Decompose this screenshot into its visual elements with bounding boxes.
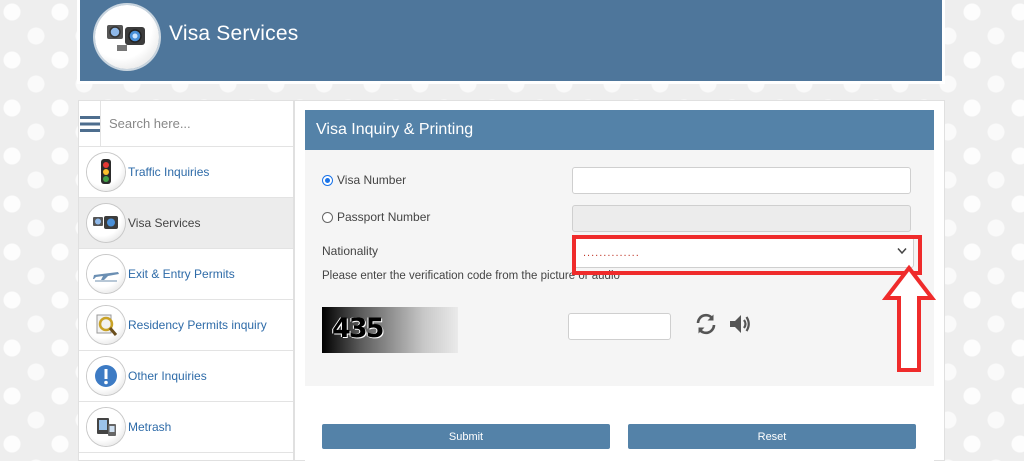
metrash-icon: [87, 408, 125, 446]
header-bar: Visa Services: [80, 0, 942, 81]
inquiry-form: Visa Number Passport Number Nationality …: [305, 150, 934, 386]
traffic-light-icon: [87, 153, 125, 191]
sidebar-item-residency-permits[interactable]: Residency Permits inquiry: [79, 300, 293, 351]
submit-button[interactable]: Submit: [322, 424, 610, 449]
nationality-selected-value: ..............: [583, 246, 640, 259]
passport-number-label: Passport Number: [337, 210, 431, 224]
hamburger-menu-button[interactable]: [79, 101, 101, 147]
sidebar-item-traffic-inquiries[interactable]: Traffic Inquiries: [79, 147, 293, 198]
captcha-text: 435: [332, 313, 384, 344]
sidebar-item-other-inquiries[interactable]: Other Inquiries: [79, 351, 293, 402]
page-title: Visa Services: [169, 22, 299, 45]
passport-number-radio-option[interactable]: Passport Number: [322, 210, 430, 224]
hamburger-icon: [79, 116, 100, 132]
sidebar-item-label: Metrash: [128, 420, 172, 434]
passport-number-radio[interactable]: [322, 211, 333, 223]
verification-instructions: Please enter the verification code from …: [322, 270, 620, 282]
chevron-down-icon: [897, 248, 907, 255]
refresh-captcha-button[interactable]: [694, 312, 718, 341]
visa-services-icon: [87, 204, 125, 242]
visa-inquiry-panel: Visa Inquiry & Printing Visa Number Pass…: [294, 100, 945, 461]
sidebar-item-label: Residency Permits inquiry: [128, 318, 267, 332]
magnifier-icon: [87, 306, 125, 344]
visa-number-input[interactable]: [572, 167, 911, 194]
passport-number-input[interactable]: [572, 205, 911, 232]
visa-number-label: Visa Number: [337, 173, 407, 187]
sidebar-item-label: Visa Services: [128, 216, 201, 230]
sidebar-item-exit-entry-permits[interactable]: Exit & Entry Permits: [79, 249, 293, 300]
audio-captcha-button[interactable]: [728, 312, 752, 341]
captcha-image: 435: [322, 307, 458, 353]
speaker-icon: [730, 315, 750, 333]
form-actions: Submit Reset: [305, 386, 934, 461]
exclamation-icon: [87, 357, 125, 395]
sidebar-item-label: Exit & Entry Permits: [128, 267, 235, 281]
captcha-input[interactable]: [568, 313, 671, 340]
nationality-select[interactable]: ..............: [572, 237, 914, 268]
sidebar-search-bar: [79, 101, 293, 147]
sidebar-item-metrash[interactable]: Metrash: [79, 402, 293, 453]
visa-services-logo-icon: [95, 5, 159, 69]
visa-number-radio-option[interactable]: Visa Number: [322, 173, 406, 187]
panel-title: Visa Inquiry & Printing: [305, 110, 934, 150]
visa-number-radio[interactable]: [322, 174, 333, 186]
site-header: Visa Services: [77, 0, 945, 84]
sidebar-item-visa-services[interactable]: Visa Services: [79, 198, 293, 249]
sidebar: Traffic Inquiries Visa Services Exit & E…: [78, 100, 294, 461]
refresh-icon: [696, 313, 716, 335]
search-input[interactable]: [101, 101, 293, 146]
sidebar-item-label: Other Inquiries: [128, 369, 207, 383]
sidebar-item-label: Traffic Inquiries: [128, 165, 210, 179]
reset-button[interactable]: Reset: [628, 424, 916, 449]
nationality-label: Nationality: [322, 244, 379, 258]
airplane-icon: [87, 255, 125, 293]
